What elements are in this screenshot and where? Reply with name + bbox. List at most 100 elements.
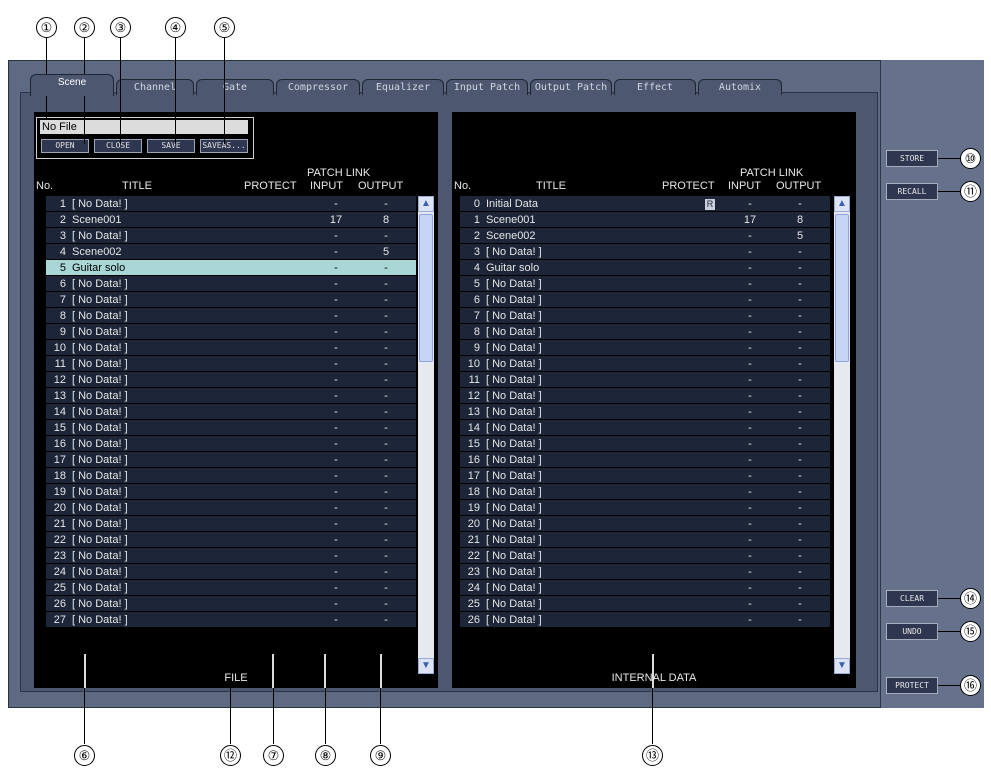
table-row[interactable]: 11 [ No Data! ] - - (460, 372, 830, 388)
table-row[interactable]: 15 [ No Data! ] - - (460, 436, 830, 452)
table-row[interactable]: 3 [ No Data! ] - - (460, 244, 830, 260)
file-list-scrollbar[interactable]: ▲ ▼ (418, 196, 434, 674)
row-input-link: - (748, 566, 752, 578)
row-number: 11 (54, 358, 66, 370)
table-row[interactable]: 2 Scene002 - 5 (460, 228, 830, 244)
table-row[interactable]: 22 [ No Data! ] - - (460, 548, 830, 564)
table-row[interactable]: 20 [ No Data! ] - - (46, 500, 416, 516)
table-row[interactable]: 23 [ No Data! ] - - (46, 548, 416, 564)
table-row[interactable]: 1 Scene001 17 8 (460, 212, 830, 228)
table-row[interactable]: 26 [ No Data! ] - - (460, 612, 830, 628)
table-row[interactable]: 19 [ No Data! ] - - (460, 500, 830, 516)
store-button[interactable]: STORE (886, 150, 938, 167)
row-input-link: - (748, 294, 752, 306)
row-title: [ No Data! ] (72, 278, 128, 290)
file-scene-list[interactable]: 1 [ No Data! ] - - 2 Scene001 17 8 3 [ No Data! ]… (46, 196, 416, 674)
save-button[interactable]: SAVE (147, 139, 195, 153)
table-row[interactable]: 3 [ No Data! ] - - (46, 228, 416, 244)
table-row[interactable]: 16 [ No Data! ] - - (46, 436, 416, 452)
row-number: 8 (59, 310, 66, 322)
tab-channel[interactable]: Channel (116, 79, 194, 95)
table-row[interactable]: 1 [ No Data! ] - - (46, 196, 416, 212)
table-row[interactable]: 10 [ No Data! ] - - (46, 340, 416, 356)
row-output-link: - (384, 582, 388, 594)
table-row[interactable]: 17 [ No Data! ] - - (46, 452, 416, 468)
recall-button[interactable]: RECALL (886, 183, 938, 200)
row-input-link: - (748, 470, 752, 482)
table-row[interactable]: 6 [ No Data! ] - - (460, 292, 830, 308)
callout-12: ⑫ (220, 745, 241, 766)
table-row[interactable]: 15 [ No Data! ] - - (46, 420, 416, 436)
column-protect-header: PROTECT (244, 180, 297, 192)
table-row[interactable]: 7 [ No Data! ] - - (460, 308, 830, 324)
table-row[interactable]: 10 [ No Data! ] - - (460, 356, 830, 372)
table-row[interactable]: 26 [ No Data! ] - - (46, 596, 416, 612)
row-title: [ No Data! ] (486, 566, 542, 578)
protect-button[interactable]: PROTECT (886, 677, 938, 694)
row-output-link: - (384, 422, 388, 434)
read-only-badge[interactable]: R (705, 199, 715, 210)
row-output-link: - (384, 534, 388, 546)
table-row[interactable]: 8 [ No Data! ] - - (46, 308, 416, 324)
internal-scene-list[interactable]: 0 Initial Data R - - 1 Scene001 17 8 2 Scene002 - 5 3… (460, 196, 830, 674)
row-output-link: - (384, 374, 388, 386)
table-row[interactable]: 21 [ No Data! ] - - (46, 516, 416, 532)
table-row[interactable]: 24 [ No Data! ] - - (460, 580, 830, 596)
table-row[interactable]: 13 [ No Data! ] - - (46, 388, 416, 404)
row-output-link: - (798, 246, 802, 258)
undo-button[interactable]: UNDO (886, 623, 938, 640)
row-number: 8 (473, 326, 480, 338)
table-row[interactable]: 18 [ No Data! ] - - (460, 484, 830, 500)
scroll-up-icon[interactable]: ▲ (834, 196, 850, 212)
table-row[interactable]: 14 [ No Data! ] - - (460, 420, 830, 436)
table-row[interactable]: 5 [ No Data! ] - - (460, 276, 830, 292)
table-row[interactable]: 24 [ No Data! ] - - (46, 564, 416, 580)
table-row[interactable]: 4 Scene002 - 5 (46, 244, 416, 260)
tab-scene[interactable]: Scene (30, 74, 114, 96)
table-row[interactable]: 25 [ No Data! ] - - (460, 596, 830, 612)
tab-equalizer[interactable]: Equalizer (362, 79, 444, 95)
table-row[interactable]: 5 Guitar solo - - (46, 260, 416, 276)
table-row[interactable]: 7 [ No Data! ] - - (46, 292, 416, 308)
tab-compressor[interactable]: Compressor (276, 79, 360, 95)
table-row[interactable]: 11 [ No Data! ] - - (46, 356, 416, 372)
row-output-link: - (798, 374, 802, 386)
table-row[interactable]: 12 [ No Data! ] - - (460, 388, 830, 404)
row-protect[interactable]: R (680, 196, 740, 212)
clear-button[interactable]: CLEAR (886, 590, 938, 607)
tab-input-patch[interactable]: Input Patch (446, 79, 528, 95)
scroll-thumb[interactable] (835, 214, 849, 362)
table-row[interactable]: 23 [ No Data! ] - - (460, 564, 830, 580)
tab-gate[interactable]: Gate (196, 79, 274, 95)
table-row[interactable]: 25 [ No Data! ] - - (46, 580, 416, 596)
table-row[interactable]: 8 [ No Data! ] - - (460, 324, 830, 340)
table-row[interactable]: 13 [ No Data! ] - - (460, 404, 830, 420)
table-row[interactable]: 9 [ No Data! ] - - (46, 324, 416, 340)
callout-line (938, 685, 960, 686)
table-row[interactable]: 14 [ No Data! ] - - (46, 404, 416, 420)
row-title: [ No Data! ] (72, 518, 128, 530)
table-row[interactable]: 18 [ No Data! ] - - (46, 468, 416, 484)
scroll-thumb[interactable] (419, 214, 433, 362)
table-row[interactable]: 20 [ No Data! ] - - (460, 516, 830, 532)
row-title: [ No Data! ] (486, 246, 542, 258)
table-row[interactable]: 6 [ No Data! ] - - (46, 276, 416, 292)
table-row[interactable]: 22 [ No Data! ] - - (46, 532, 416, 548)
tab-effect[interactable]: Effect (614, 79, 696, 95)
table-row[interactable]: 2 Scene001 17 8 (46, 212, 416, 228)
table-row[interactable]: 9 [ No Data! ] - - (460, 340, 830, 356)
open-button[interactable]: OPEN (41, 139, 89, 153)
table-row[interactable]: 19 [ No Data! ] - - (46, 484, 416, 500)
table-row[interactable]: 27 [ No Data! ] - - (46, 612, 416, 628)
tab-output-patch[interactable]: Output Patch (530, 79, 612, 95)
table-row[interactable]: 21 [ No Data! ] - - (460, 532, 830, 548)
table-row[interactable]: 12 [ No Data! ] - - (46, 372, 416, 388)
scroll-up-icon[interactable]: ▲ (418, 196, 434, 212)
close-button[interactable]: CLOSE (94, 139, 142, 153)
table-row[interactable]: 4 Guitar solo - - (460, 260, 830, 276)
table-row[interactable]: 17 [ No Data! ] - - (460, 468, 830, 484)
internal-list-scrollbar[interactable]: ▲ ▼ (834, 196, 850, 674)
table-row[interactable]: 16 [ No Data! ] - - (460, 452, 830, 468)
tab-automix[interactable]: Automix (698, 79, 782, 95)
table-row[interactable]: 0 Initial Data R - - (460, 196, 830, 212)
